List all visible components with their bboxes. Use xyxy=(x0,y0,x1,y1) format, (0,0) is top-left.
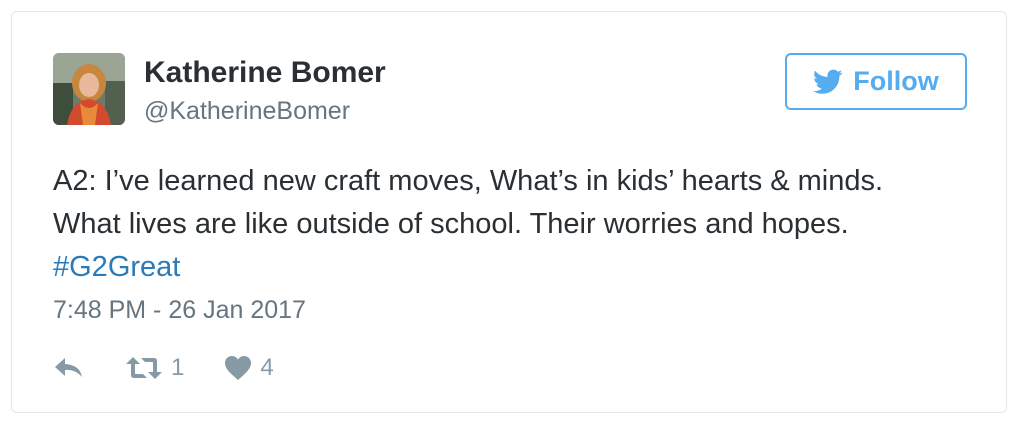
tweet-timestamp[interactable]: 7:48 PM - 26 Jan 2017 xyxy=(53,295,306,325)
like-count: 4 xyxy=(260,354,274,381)
reply-icon xyxy=(55,358,82,377)
retweet-button[interactable]: 1 xyxy=(125,354,184,382)
twitter-bird-icon xyxy=(813,69,843,94)
user-handle[interactable]: @KatherineBomer xyxy=(144,96,350,126)
like-button[interactable]: 4 xyxy=(224,354,274,382)
avatar-image xyxy=(53,53,125,125)
hashtag-link[interactable]: #G2Great xyxy=(53,251,180,283)
tweet-actions: 1 4 xyxy=(53,351,274,385)
follow-label: Follow xyxy=(853,66,939,96)
tweet-text-line: A2: I’ve learned new craft moves, What’s… xyxy=(53,165,884,197)
retweet-count: 1 xyxy=(171,354,185,381)
follow-button[interactable]: Follow xyxy=(785,53,967,110)
tweet-card: Katherine Bomer @KatherineBomer Follow A… xyxy=(11,11,1007,413)
retweet-icon xyxy=(126,357,162,379)
tweet-text-line: What lives are like outside of school. T… xyxy=(53,208,849,240)
heart-icon xyxy=(225,356,252,380)
user-display-name[interactable]: Katherine Bomer xyxy=(144,56,386,90)
avatar[interactable] xyxy=(53,53,125,125)
tweet-text: A2: I’ve learned new craft moves, What’s… xyxy=(53,160,993,289)
reply-button[interactable] xyxy=(53,356,85,380)
